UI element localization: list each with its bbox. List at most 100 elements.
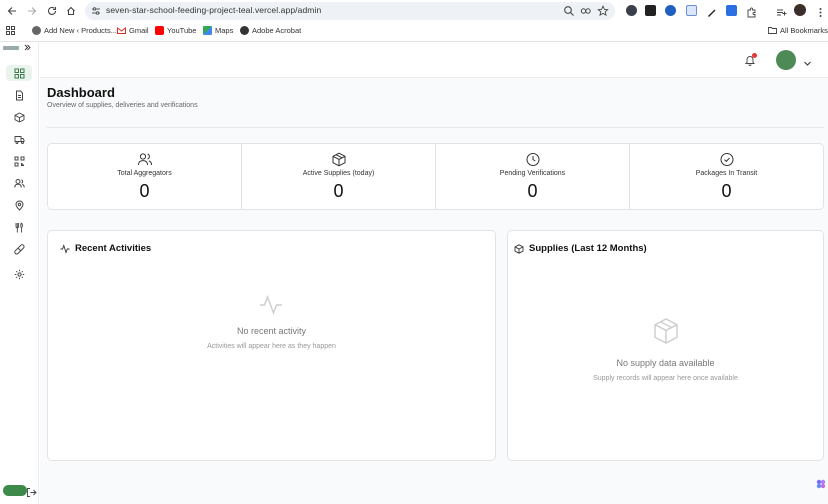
top-bar: [40, 42, 828, 78]
extension-icon-2[interactable]: [645, 5, 656, 16]
empty-state-title: No supply data available: [616, 358, 715, 368]
bookmark-youtube[interactable]: YouTube: [155, 26, 196, 35]
recent-activities-card: Recent Activities No recent activity Act…: [47, 230, 496, 461]
empty-state-subtitle: Supply records will appear here once ava…: [593, 375, 738, 382]
sidebar-item-health[interactable]: [6, 241, 32, 257]
sidebar-item-dashboard[interactable]: [6, 65, 32, 81]
app-logo: [3, 46, 19, 51]
address-bar[interactable]: seven-star-school-feeding-project-teal.v…: [85, 2, 615, 20]
password-key-icon[interactable]: [580, 5, 592, 17]
sidebar-item-deliveries[interactable]: [6, 131, 32, 147]
utensils-icon: [15, 222, 23, 232]
back-icon[interactable]: [4, 3, 20, 19]
stat-value: 0: [721, 181, 732, 201]
stat-label: Active Supplies (today): [302, 170, 375, 177]
qr-code-icon: [14, 156, 24, 166]
reading-list-icon[interactable]: [776, 5, 787, 16]
site-settings-icon[interactable]: [91, 6, 101, 16]
package-icon: [654, 318, 678, 344]
bookmark-star-icon[interactable]: [597, 5, 609, 17]
stat-value: 0: [527, 181, 538, 201]
user-avatar[interactable]: [776, 50, 796, 70]
stat-label: Packages In Transit: [695, 170, 758, 177]
stat-value: 0: [139, 181, 150, 201]
main-content: Dashboard Overview of supplies, deliveri…: [40, 42, 828, 504]
recent-activities-title: Recent Activities: [60, 243, 151, 254]
youtube-icon: [155, 26, 164, 35]
supplies-chart-title: Supplies (Last 12 Months): [514, 243, 647, 254]
forward-icon[interactable]: [24, 3, 40, 19]
sidebar-item-settings[interactable]: [6, 266, 32, 282]
stat-label: Total Aggregators: [117, 170, 172, 177]
wordpress-icon: [32, 26, 41, 35]
header-divider: [47, 127, 824, 128]
extension-icon-3[interactable]: [665, 5, 676, 16]
assistant-icon[interactable]: [816, 476, 826, 489]
empty-state-subtitle: Activities will appear here as they happ…: [207, 343, 336, 350]
sidebar-item-locations[interactable]: [6, 197, 32, 213]
sidebar-item-users[interactable]: [6, 175, 32, 191]
sidebar-item-documents[interactable]: [6, 87, 32, 103]
stat-total-aggregators: Total Aggregators 0: [48, 144, 242, 209]
truck-icon: [14, 135, 24, 144]
check-circle-icon: [720, 153, 733, 166]
folder-icon: [768, 26, 777, 35]
sidebar-expand-icon[interactable]: [24, 43, 31, 53]
pill-icon: [13, 243, 24, 254]
bookmark-maps[interactable]: Maps: [203, 26, 233, 35]
sidebar-item-meals[interactable]: [6, 219, 32, 235]
page-subtitle: Overview of supplies, deliveries and ver…: [47, 102, 198, 109]
page-title: Dashboard: [47, 85, 115, 100]
extension-icon-5[interactable]: [726, 5, 737, 16]
sidebar: [0, 42, 39, 504]
zoom-icon[interactable]: [563, 5, 575, 17]
browser-chrome: seven-star-school-feeding-project-teal.v…: [0, 0, 828, 42]
bookmark-adobe-acrobat[interactable]: Adobe Acrobat: [240, 26, 301, 35]
sidebar-item-scan[interactable]: [6, 153, 32, 169]
profile-avatar-icon[interactable]: [794, 4, 806, 16]
pen-extension-icon[interactable]: [706, 5, 717, 17]
users-icon: [137, 153, 152, 166]
gmail-icon: [117, 26, 126, 35]
map-pin-icon: [14, 200, 24, 211]
reload-icon[interactable]: [44, 3, 60, 19]
package-icon: [332, 152, 345, 167]
notification-dot: [752, 53, 757, 58]
extension-icon-1[interactable]: [626, 5, 637, 16]
all-bookmarks-button[interactable]: All Bookmarks: [768, 26, 828, 35]
url-text: seven-star-school-feeding-project-teal.v…: [106, 5, 322, 15]
stat-value: 0: [333, 181, 344, 201]
clock-icon: [526, 153, 539, 166]
package-icon: [14, 111, 24, 123]
logout-icon[interactable]: [26, 485, 37, 497]
bookmark-add-new-products[interactable]: Add New ‹ Products...: [32, 26, 117, 35]
activity-icon: [260, 294, 282, 316]
home-icon[interactable]: [63, 3, 79, 19]
app-page: Dashboard Overview of supplies, deliveri…: [0, 42, 828, 504]
browser-toolbar: seven-star-school-feeding-project-teal.v…: [0, 0, 828, 22]
bookmark-gmail[interactable]: Gmail: [117, 26, 149, 35]
dashboard-icon: [14, 68, 24, 78]
stats-row: Total Aggregators 0 Active Supplies (tod…: [47, 143, 824, 210]
menu-kebab-icon[interactable]: [815, 5, 826, 17]
settings-icon: [14, 269, 24, 279]
sidebar-item-supplies[interactable]: [6, 109, 32, 125]
stat-label: Pending Verifications: [499, 170, 566, 177]
extension-icon-4[interactable]: [686, 5, 697, 16]
package-icon: [514, 243, 524, 254]
bookmarks-bar: Add New ‹ Products... Gmail YouTube Maps…: [0, 23, 828, 41]
maps-icon: [203, 26, 212, 35]
document-icon: [15, 90, 23, 100]
activity-icon: [60, 243, 70, 254]
extensions-puzzle-icon[interactable]: [746, 5, 757, 18]
chevron-down-icon[interactable]: [803, 55, 812, 66]
stat-pending-verifications: Pending Verifications 0: [436, 144, 630, 209]
apps-grid-icon[interactable]: [6, 26, 15, 35]
globe-icon: [240, 26, 249, 35]
stat-packages-in-transit: Packages In Transit 0: [630, 144, 823, 209]
supplies-chart-card: Supplies (Last 12 Months) No supply data…: [507, 230, 824, 461]
empty-state-title: No recent activity: [236, 326, 307, 336]
stat-active-supplies: Active Supplies (today) 0: [242, 144, 436, 209]
users-icon: [13, 178, 25, 188]
theme-toggle[interactable]: [3, 485, 27, 496]
